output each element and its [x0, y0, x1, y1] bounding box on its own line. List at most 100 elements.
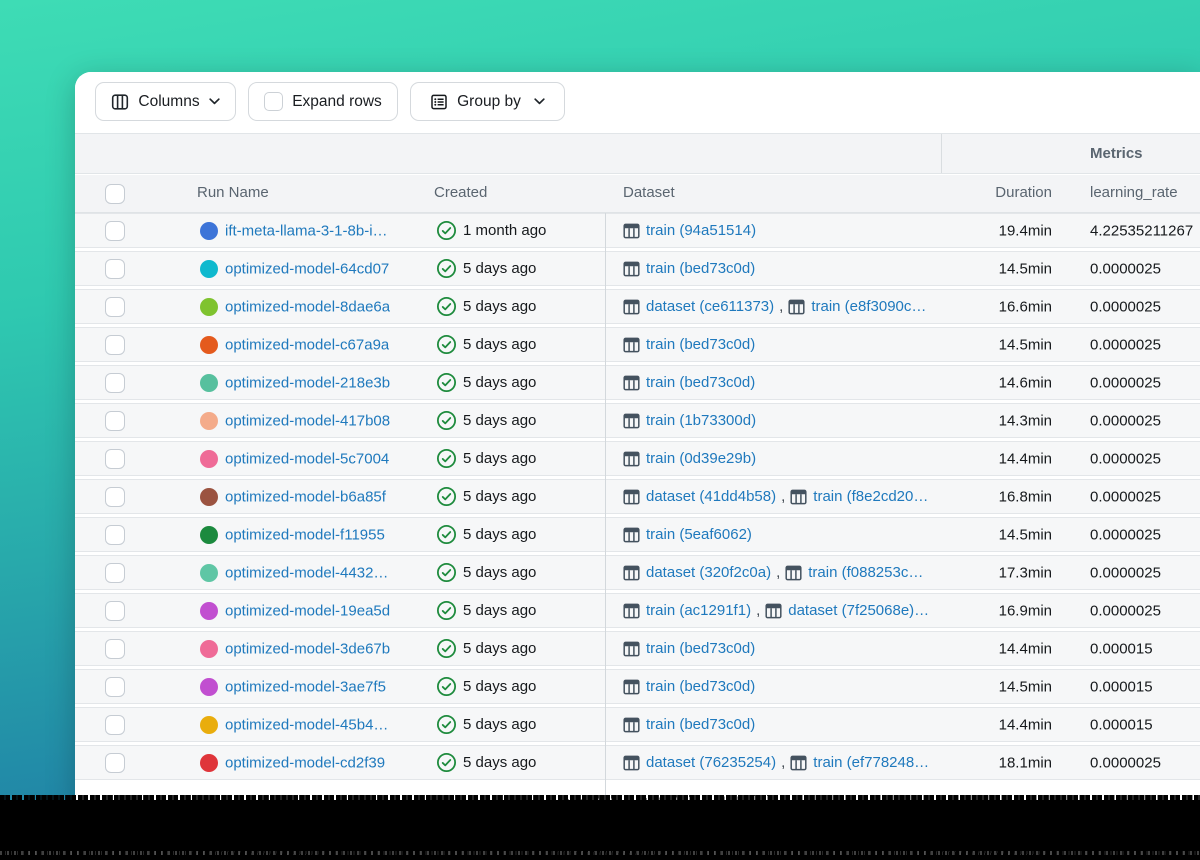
run-name-link[interactable]: ift-meta-llama-3-1-8b-i…: [225, 222, 388, 239]
run-name-link[interactable]: optimized-model-f11955: [225, 526, 385, 543]
duration-value: 14.4min: [998, 640, 1052, 657]
dataset-link[interactable]: train (ef778248…: [790, 754, 929, 771]
run-name-link[interactable]: optimized-model-417b08: [225, 412, 390, 429]
dataset-separator: ,: [781, 754, 786, 771]
dataset-link[interactable]: train (1b73300d): [623, 412, 756, 429]
status-finished-icon: [436, 752, 457, 773]
run-name-column-header[interactable]: Run Name: [197, 184, 269, 201]
dataset-link[interactable]: train (e8f3090c…: [788, 298, 926, 315]
table-row[interactable]: optimized-model-45b4… 5 days ago train (…: [75, 707, 1200, 742]
dataset-link[interactable]: train (bed73c0d): [623, 260, 755, 277]
run-color-dot: [200, 373, 218, 392]
run-name-link[interactable]: optimized-model-cd2f39: [225, 754, 385, 771]
dataset-link[interactable]: train (0d39e29b): [623, 450, 756, 467]
table-row[interactable]: ift-meta-llama-3-1-8b-i… 1 month ago tra…: [75, 213, 1200, 248]
dataset-link[interactable]: train (ac1291f1): [623, 602, 751, 619]
row-checkbox[interactable]: [105, 258, 125, 279]
bottom-black-band: [0, 795, 1200, 860]
dataset-separator: ,: [781, 488, 786, 505]
table-row[interactable]: optimized-model-5c7004 5 days ago train …: [75, 441, 1200, 476]
columns-button[interactable]: Columns: [95, 82, 236, 121]
columns-icon: [112, 93, 129, 110]
select-all-checkbox[interactable]: [105, 183, 125, 204]
row-checkbox[interactable]: [105, 714, 125, 735]
run-name-link[interactable]: optimized-model-3ae7f5: [225, 678, 386, 695]
table-row[interactable]: optimized-model-19ea5d 5 days ago train …: [75, 593, 1200, 628]
row-checkbox[interactable]: [105, 638, 125, 659]
run-name-link[interactable]: optimized-model-8dae6a: [225, 298, 390, 315]
created-cell: 5 days ago: [436, 518, 536, 551]
table-row[interactable]: optimized-model-c67a9a 5 days ago train …: [75, 327, 1200, 362]
dataset-table-icon: [623, 755, 640, 770]
dataset-link[interactable]: train (94a51514): [623, 222, 756, 239]
dataset-link[interactable]: train (5eaf6062): [623, 526, 752, 543]
group-by-button[interactable]: Group by: [410, 82, 565, 121]
dataset-link[interactable]: dataset (ce611373): [623, 298, 774, 315]
dataset-link[interactable]: train (f8e2cd20…: [790, 488, 928, 505]
row-checkbox[interactable]: [105, 486, 125, 507]
duration-value: 14.5min: [998, 336, 1052, 353]
table-row[interactable]: optimized-model-cd2f39 5 days ago datase…: [75, 745, 1200, 780]
table-row[interactable]: optimized-model-64cd07 5 days ago train …: [75, 251, 1200, 286]
status-finished-icon: [436, 258, 457, 279]
row-checkbox[interactable]: [105, 372, 125, 393]
created-value: 5 days ago: [463, 412, 537, 429]
row-checkbox[interactable]: [105, 448, 125, 469]
row-checkbox[interactable]: [105, 296, 125, 317]
created-cell: 5 days ago: [436, 366, 536, 399]
dataset-link[interactable]: train (bed73c0d): [623, 716, 755, 733]
table-row[interactable]: optimized-model-3de67b 5 days ago train …: [75, 631, 1200, 666]
dataset-link[interactable]: train (bed73c0d): [623, 678, 755, 695]
learning-rate-value: 0.000015: [1090, 640, 1153, 657]
row-checkbox[interactable]: [105, 334, 125, 355]
table-row[interactable]: optimized-model-8dae6a 5 days ago datase…: [75, 289, 1200, 324]
dataset-cell: train (bed73c0d): [623, 328, 969, 361]
dataset-cell: dataset (ce611373), train (e8f3090c…: [623, 290, 969, 323]
table-row[interactable]: optimized-model-4432… 5 days ago dataset…: [75, 555, 1200, 590]
dataset-link[interactable]: train (bed73c0d): [623, 336, 755, 353]
row-checkbox[interactable]: [105, 676, 125, 697]
expand-rows-button[interactable]: Expand rows: [248, 82, 398, 121]
run-name-link[interactable]: optimized-model-19ea5d: [225, 602, 390, 619]
created-cell: 5 days ago: [436, 746, 536, 779]
dataset-link[interactable]: train (bed73c0d): [623, 374, 755, 391]
dataset-link[interactable]: dataset (76235254): [623, 754, 776, 771]
run-name-link[interactable]: optimized-model-218e3b: [225, 374, 390, 391]
dataset-link[interactable]: train (f088253c…: [785, 564, 923, 581]
dataset-link[interactable]: dataset (41dd4b58): [623, 488, 776, 505]
row-checkbox[interactable]: [105, 752, 125, 773]
run-name-link[interactable]: optimized-model-45b4…: [225, 716, 388, 733]
table-row[interactable]: optimized-model-218e3b 5 days ago train …: [75, 365, 1200, 400]
run-name-link[interactable]: optimized-model-5c7004: [225, 450, 389, 467]
learning-rate-value: 0.0000025: [1090, 450, 1161, 467]
run-name-link[interactable]: optimized-model-b6a85f: [225, 488, 386, 505]
run-color-dot: [200, 487, 218, 506]
dataset-table-icon: [623, 375, 640, 390]
dataset-link[interactable]: dataset (320f2c0a): [623, 564, 771, 581]
table-row[interactable]: optimized-model-f11955 5 days ago train …: [75, 517, 1200, 552]
run-name-link[interactable]: optimized-model-64cd07: [225, 260, 389, 277]
run-name-link[interactable]: optimized-model-c67a9a: [225, 336, 389, 353]
learning-rate-value: 0.0000025: [1090, 754, 1161, 771]
duration-column-header[interactable]: Duration: [935, 184, 1052, 201]
learning-rate-column-header[interactable]: learning_rate: [1090, 184, 1178, 201]
row-checkbox[interactable]: [105, 562, 125, 583]
table-row[interactable]: optimized-model-b6a85f 5 days ago datase…: [75, 479, 1200, 514]
row-checkbox[interactable]: [105, 524, 125, 545]
row-checkbox[interactable]: [105, 220, 125, 241]
row-checkbox[interactable]: [105, 410, 125, 431]
dataset-link[interactable]: dataset (7f25068e)…: [765, 602, 929, 619]
row-checkbox[interactable]: [105, 600, 125, 621]
table-row[interactable]: optimized-model-3ae7f5 5 days ago train …: [75, 669, 1200, 704]
expand-rows-checkbox[interactable]: [264, 92, 284, 111]
dataset-column-header[interactable]: Dataset: [623, 184, 675, 201]
created-value: 5 days ago: [463, 336, 537, 353]
created-column-header[interactable]: Created: [434, 184, 487, 201]
duration-value: 19.4min: [998, 222, 1052, 239]
run-name-link[interactable]: optimized-model-4432…: [225, 564, 388, 581]
column-group-header: Metrics: [75, 133, 1200, 174]
run-name-link[interactable]: optimized-model-3de67b: [225, 640, 390, 657]
created-cell: 5 days ago: [436, 556, 536, 589]
table-row[interactable]: optimized-model-417b08 5 days ago train …: [75, 403, 1200, 438]
dataset-link[interactable]: train (bed73c0d): [623, 640, 755, 657]
